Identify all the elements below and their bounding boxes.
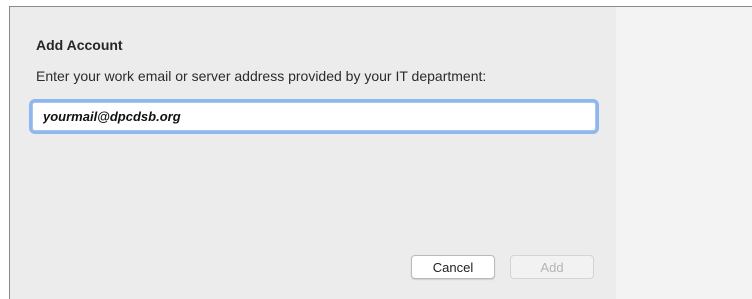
add-account-dialog: Add Account Enter your work email or ser… <box>9 6 752 299</box>
cancel-button[interactable]: Cancel <box>411 255 495 279</box>
email-input[interactable] <box>32 102 596 131</box>
dialog-title: Add Account <box>36 37 123 53</box>
add-button[interactable]: Add <box>510 255 594 279</box>
side-panel <box>616 7 752 299</box>
dialog-instruction: Enter your work email or server address … <box>36 68 487 84</box>
